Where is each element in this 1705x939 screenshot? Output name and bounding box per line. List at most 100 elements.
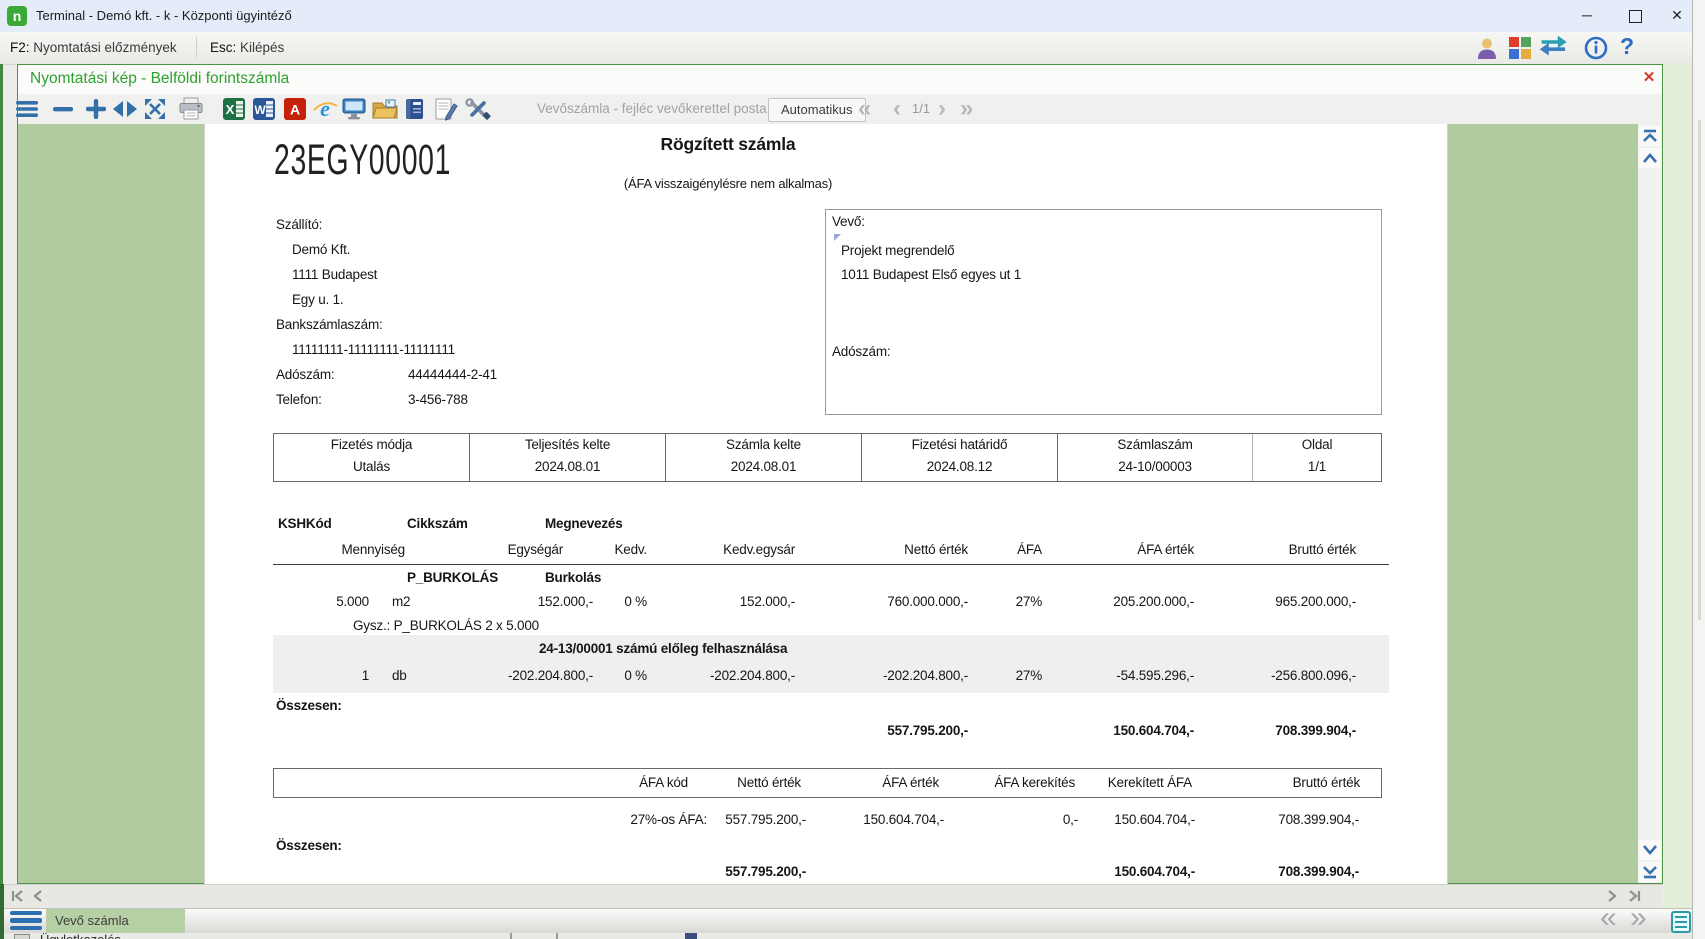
svg-text:X: X xyxy=(226,102,235,117)
export-word-icon[interactable]: W xyxy=(251,97,277,121)
svg-text:A: A xyxy=(290,102,300,118)
col-header: Bruttó érték xyxy=(1194,542,1356,557)
bottom-taskbar xyxy=(0,908,1692,934)
last-page-icon[interactable]: » xyxy=(960,94,973,124)
vat-total-vat: 150.604.704,- xyxy=(1078,864,1195,879)
fit-width-icon[interactable] xyxy=(112,97,138,121)
scroll-to-top-icon[interactable] xyxy=(1639,126,1661,146)
prev-page-icon[interactable]: ‹ xyxy=(893,94,901,124)
vat-col-header: ÁFA kód xyxy=(274,769,708,797)
edit-template-icon[interactable] xyxy=(433,97,459,121)
scroll-to-bottom-icon[interactable] xyxy=(1639,862,1661,882)
vat-summary-row: 27%-os ÁFA: 557.795.200,- 150.604.704,- … xyxy=(273,812,1359,827)
next-page-icon[interactable]: › xyxy=(938,94,946,124)
vat-amount: 150.604.704,- xyxy=(806,812,944,827)
export-excel-icon[interactable]: X xyxy=(221,97,247,121)
meta-value: 24-10/00003 xyxy=(1058,456,1252,478)
tab-scroll-right-icon[interactable]: » xyxy=(1630,903,1647,933)
meta-value: 1/1 xyxy=(1253,456,1381,478)
meta-header: Fizetési határidő xyxy=(862,434,1057,456)
right-margin-strip xyxy=(1664,64,1692,908)
menu-exit[interactable]: Esc: Kilépés xyxy=(200,32,294,64)
customer-label: Vevő: xyxy=(832,214,865,229)
item-discount: 0 % xyxy=(593,594,647,609)
preview-vscrollbar[interactable] xyxy=(1638,124,1662,883)
item-net: -202.204.800,- xyxy=(795,668,968,683)
preview-hscrollbar[interactable] xyxy=(0,884,1663,909)
settings-tools-icon[interactable] xyxy=(465,97,491,121)
help-icon[interactable]: ? xyxy=(1620,33,1634,60)
first-page-icon[interactable]: « xyxy=(858,94,871,124)
panel-title: Nyomtatási kép - Belföldi forintszámla xyxy=(30,70,289,88)
automatic-button[interactable]: Automatikus xyxy=(768,98,866,122)
vat-col-header: Bruttó érték xyxy=(1196,769,1360,797)
col-header: ÁFA xyxy=(968,542,1042,557)
zoom-in-icon[interactable] xyxy=(83,97,109,121)
supplier-bank-label: Bankszámlaszám: xyxy=(276,317,383,332)
maximize-button[interactable] xyxy=(1620,0,1650,31)
item-disc-price: -202.204.800,- xyxy=(647,668,795,683)
left-edge-accent xyxy=(0,64,3,884)
menu-f2-label: Nyomtatási előzmények xyxy=(33,40,176,55)
item-vat: -54.595.296,- xyxy=(1042,668,1194,683)
item-discount: 0 % xyxy=(593,668,647,683)
supplier-tax-label: Adószám: xyxy=(276,367,334,382)
archive-icon[interactable] xyxy=(402,97,428,121)
item-unit-price: 152.000,- xyxy=(473,594,593,609)
background-window-strip: Ügyletkezelés xyxy=(0,933,1692,939)
vat-gross: 708.399.904,- xyxy=(1195,812,1359,827)
apps-grid-icon[interactable] xyxy=(1508,36,1532,65)
tab-scroll-left-icon[interactable]: « xyxy=(1600,903,1617,933)
total-gross: 708.399.904,- xyxy=(1194,723,1356,738)
advance-band: 24-13/00001 számú előleg felhasználása 1… xyxy=(273,635,1389,693)
scroll-up-icon[interactable] xyxy=(1639,148,1661,168)
supplier-name: Demó Kft. xyxy=(292,242,350,257)
task-list-icon[interactable] xyxy=(1671,911,1691,933)
supplier-label: Szállító: xyxy=(276,217,322,232)
item-qty: 5.000 xyxy=(273,594,369,609)
items-total-label: Összesen: xyxy=(276,698,342,713)
taskbar-tab-active[interactable]: Vevő számla generálás xyxy=(46,909,185,933)
item-net: 760.000.000,- xyxy=(795,594,968,609)
transfer-arrows-icon[interactable] xyxy=(1538,36,1572,65)
item-vat-rate: 27% xyxy=(968,594,1042,609)
customer-box: Vevő: Projekt megrendelő 1011 Budapest E… xyxy=(825,209,1382,415)
vat-col-header: ÁFA kerekítés xyxy=(945,769,1079,797)
items-header-megnevezes: Megnevezés xyxy=(545,516,623,531)
screen-view-icon[interactable] xyxy=(341,97,367,121)
menu-print-history[interactable]: F2: Nyomtatási előzmények xyxy=(0,32,187,64)
supplier-phone-label: Telefon: xyxy=(276,392,322,407)
supplier-bank-account: 11111111-11111111-11111111 xyxy=(292,342,455,357)
info-icon[interactable] xyxy=(1584,36,1608,65)
item-unit: db xyxy=(369,668,473,683)
meta-header: Oldal xyxy=(1253,434,1381,456)
panel-close-icon[interactable]: ✕ xyxy=(1638,67,1660,89)
meta-value: 2024.08.12 xyxy=(862,456,1057,478)
fit-page-icon[interactable] xyxy=(142,97,168,121)
user-icon[interactable] xyxy=(1474,35,1500,66)
send-email-icon[interactable] xyxy=(372,97,398,121)
supplier-phone: 3-456-788 xyxy=(408,392,468,407)
scroll-left-icon[interactable] xyxy=(28,886,48,906)
item-unit-price: -202.204.800,- xyxy=(473,668,593,683)
scroll-far-left-icon[interactable] xyxy=(8,886,28,906)
minimize-button[interactable]: ─ xyxy=(1572,0,1602,31)
vat-col-header: Nettó érték xyxy=(708,769,807,797)
browser-ie-icon[interactable]: e xyxy=(312,97,338,121)
taskbar-menu-icon[interactable] xyxy=(10,911,42,930)
item-group-name: Burkolás xyxy=(545,570,601,585)
svg-text:W: W xyxy=(254,103,266,117)
item-vat: 205.200.000,- xyxy=(1042,594,1194,609)
scroll-down-icon[interactable] xyxy=(1639,840,1661,860)
close-button[interactable]: ✕ xyxy=(1662,0,1692,31)
zoom-out-icon[interactable] xyxy=(50,97,76,121)
col-header: Nettó érték xyxy=(795,542,968,557)
vat-summary-header-box: ÁFA kód Nettó érték ÁFA érték ÁFA kerekí… xyxy=(273,768,1382,798)
meta-header: Fizetés módja xyxy=(274,434,469,456)
supplier-tax-number: 44444444-2-41 xyxy=(408,367,497,382)
vat-code: 27%-os ÁFA: xyxy=(273,812,707,827)
print-icon[interactable] xyxy=(178,97,204,121)
app-logo-icon: n xyxy=(7,6,27,26)
export-pdf-icon[interactable]: A xyxy=(282,97,308,121)
menu-hamburger-icon[interactable] xyxy=(14,97,40,121)
